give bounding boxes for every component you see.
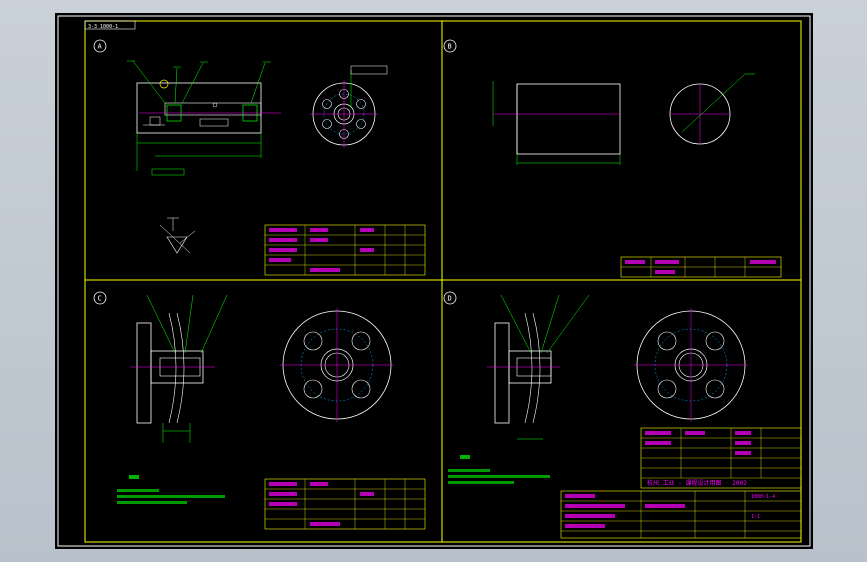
view-d-label: D [448,295,452,303]
view-c-label: C [98,295,102,303]
view-a: A [93,39,426,276]
title-block-institution: 杭州 工业 · 课程设计用图 · 2002 [647,479,747,487]
outer-frame [57,15,811,547]
title-block-drawing-no: 1000-1-4 [751,494,775,500]
drawing-canvas[interactable]: 3-3 1000-1 A B C D 杭州 工业 · 课程设计用图 · 2002… [55,13,813,549]
cad-drawing-sheet: 3-3 1000-1 A B C D 杭州 工业 · 课程设计用图 · 2002… [57,15,811,547]
view-c: C [93,291,426,530]
view-b-label: B [448,43,452,51]
view-d: D 杭州 工业 · 课程设计用图 · 2002 1000-1-4 1:1 [443,291,802,539]
inner-frame [84,20,802,543]
view-a-label: A [98,43,103,51]
view-b: B [443,39,782,278]
title-block-scale: 1:1 [751,514,760,520]
header-tag: 3-3 1000-1 [88,24,118,30]
